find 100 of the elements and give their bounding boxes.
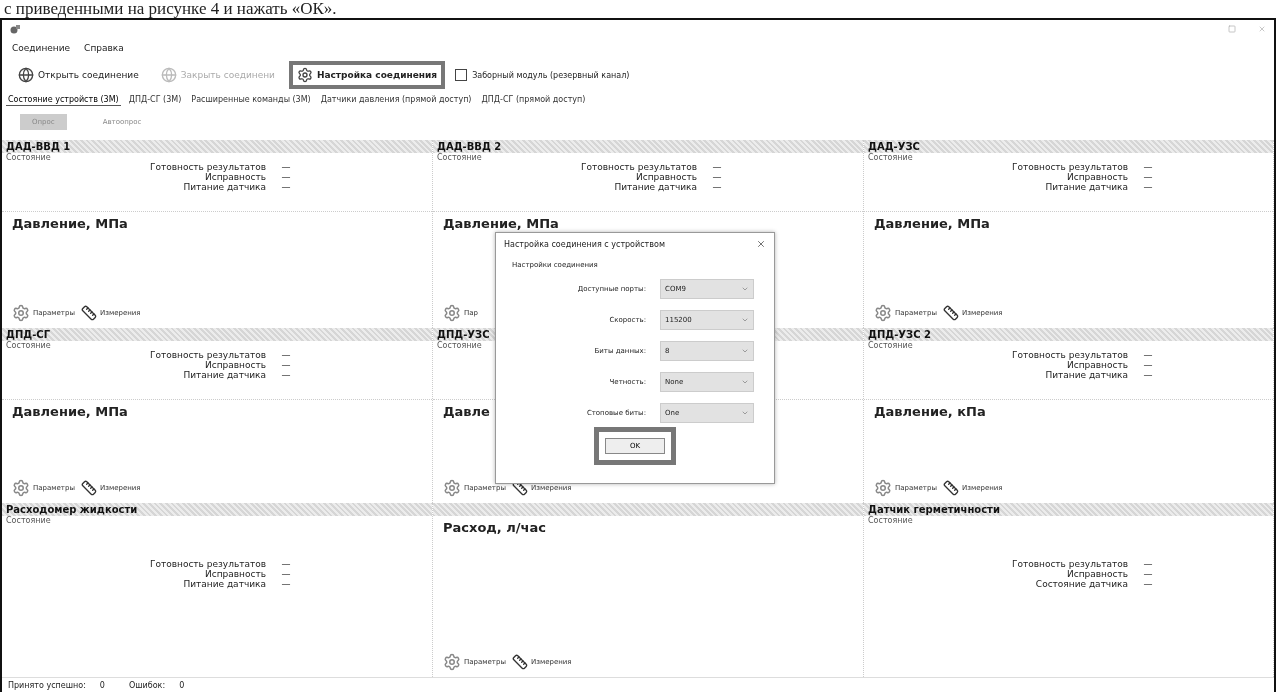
status-label: Ошибок: bbox=[128, 680, 166, 690]
panel-title: ДПД-СГ bbox=[6, 329, 51, 340]
panel-title: Датчик герметичности bbox=[868, 504, 1000, 515]
status-value: — bbox=[1142, 370, 1154, 380]
close-icon[interactable] bbox=[756, 239, 766, 249]
gear-icon bbox=[12, 479, 30, 497]
status-label: Исправность bbox=[204, 172, 266, 182]
chevron-icon bbox=[741, 347, 749, 355]
status-label: Исправность bbox=[635, 172, 697, 182]
ruler-icon bbox=[80, 305, 97, 321]
tab[interactable]: Датчики давления (прямой доступ) bbox=[318, 94, 474, 106]
measure-title: Давление, МПа bbox=[874, 216, 990, 231]
menu-item[interactable]: Справка bbox=[84, 43, 124, 53]
state-label: Состояние bbox=[6, 341, 51, 350]
status-value: — bbox=[1142, 579, 1154, 589]
ruler-icon bbox=[942, 480, 959, 496]
tab[interactable]: Состояние устройств (3М) bbox=[6, 94, 121, 106]
status-value: — bbox=[1142, 569, 1154, 579]
status-label: Готовность результатов bbox=[579, 162, 697, 172]
status-value: — bbox=[280, 172, 292, 182]
globe-icon bbox=[160, 67, 177, 83]
measure-title: Давление, МПа bbox=[12, 404, 128, 419]
status-label: Питание датчика bbox=[613, 182, 697, 192]
chevron-icon bbox=[741, 378, 749, 386]
status-value: — bbox=[1142, 172, 1154, 182]
status-label: Готовность результатов bbox=[1010, 162, 1128, 172]
status-label: Исправность bbox=[204, 569, 266, 579]
status-value: — bbox=[711, 182, 723, 192]
status-value: — bbox=[280, 360, 292, 370]
status-value: — bbox=[711, 162, 723, 172]
state-label: Состояние bbox=[868, 516, 913, 525]
measure-title: Давление, кПа bbox=[874, 404, 986, 419]
status-label: Питание датчика bbox=[182, 182, 266, 192]
state-label: Состояние bbox=[6, 516, 51, 525]
chevron-icon bbox=[741, 409, 749, 417]
tab[interactable]: Расширенные команды (3М) bbox=[189, 94, 313, 106]
app-icon bbox=[10, 24, 20, 34]
toolbar-button[interactable]: Настройка соединения bbox=[288, 61, 446, 89]
status-label: Готовность результатов bbox=[1010, 559, 1128, 569]
globe-icon bbox=[18, 67, 34, 83]
toolbar-button[interactable]: Открыть соединение bbox=[10, 61, 147, 89]
status-label: Готовность результатов bbox=[148, 350, 266, 360]
panel-title: ДАД-УЗС bbox=[868, 141, 920, 152]
status-value: — bbox=[711, 172, 723, 182]
gear-icon bbox=[443, 304, 461, 322]
status-value: — bbox=[280, 162, 292, 172]
checkbox[interactable] bbox=[455, 69, 468, 81]
gear-icon bbox=[296, 67, 313, 83]
checkbox-label[interactable]: Заборный модуль (резервный канал) bbox=[455, 69, 630, 81]
status-value: — bbox=[280, 579, 292, 589]
status-value: — bbox=[280, 182, 292, 192]
status-value: — bbox=[280, 370, 292, 380]
gear-icon bbox=[12, 304, 30, 322]
state-label: Состояние bbox=[437, 341, 482, 350]
status-label: Питание датчика bbox=[182, 370, 266, 380]
chevron-icon bbox=[741, 285, 749, 293]
panel-title: ДАД-ВВД 2 bbox=[437, 141, 502, 152]
gear-icon bbox=[443, 479, 461, 497]
dialog-title: Настройка соединения с устройством bbox=[504, 239, 665, 249]
panel-title: ДАД-ВВД 1 bbox=[6, 141, 71, 152]
status-value: — bbox=[1142, 360, 1154, 370]
status-label: Исправность bbox=[1066, 172, 1128, 182]
tab[interactable]: ДПД-СГ (3М) bbox=[126, 94, 184, 106]
state-label: Состояние bbox=[868, 153, 913, 162]
gear-icon bbox=[443, 653, 461, 671]
status-label: Принято успешно: bbox=[8, 680, 86, 690]
status-label: Питание датчика bbox=[1044, 182, 1128, 192]
ruler-icon bbox=[511, 654, 528, 670]
status-label: Исправность bbox=[1066, 569, 1128, 579]
status-label: Готовность результатов bbox=[148, 559, 266, 569]
status-label: Исправность bbox=[1066, 360, 1128, 370]
ruler-icon bbox=[942, 305, 959, 321]
state-label: Состояние bbox=[868, 341, 913, 350]
measure-title: Давле bbox=[443, 404, 490, 419]
document-text: с приведенными на рисунке 4 и нажать «ОК». bbox=[3, 0, 337, 18]
gear-icon bbox=[874, 479, 892, 497]
status-label: Готовность результатов bbox=[148, 162, 266, 172]
menu-item[interactable]: Соединение bbox=[12, 43, 71, 53]
measure-title: Давление, МПа bbox=[443, 216, 559, 231]
status-label: Исправность bbox=[204, 360, 266, 370]
gear-icon bbox=[874, 304, 892, 322]
status-label: Состояние датчика bbox=[1034, 579, 1128, 589]
status-label: Питание датчика bbox=[1044, 370, 1128, 380]
ruler-icon bbox=[80, 480, 97, 496]
status-label: Питание датчика bbox=[182, 579, 266, 589]
chevron-icon bbox=[741, 316, 749, 324]
measure-title: Расход, л/час bbox=[443, 520, 546, 535]
status-value: — bbox=[1142, 350, 1154, 360]
state-label: Состояние bbox=[6, 153, 51, 162]
status-value: — bbox=[1142, 182, 1154, 192]
panel-title: ДПД-УЗС bbox=[437, 329, 490, 340]
measure-title: Давление, МПа bbox=[12, 216, 128, 231]
status-value: — bbox=[280, 569, 292, 579]
status-count: 0 bbox=[99, 680, 105, 690]
tab[interactable]: ДПД-СГ (прямой доступ) bbox=[479, 94, 588, 106]
status-count: 0 bbox=[179, 680, 185, 690]
status-value: — bbox=[1142, 559, 1154, 569]
status-label: Готовность результатов bbox=[1010, 350, 1128, 360]
panel-title: Расходомер жидкости bbox=[6, 504, 138, 515]
status-value: — bbox=[280, 350, 292, 360]
